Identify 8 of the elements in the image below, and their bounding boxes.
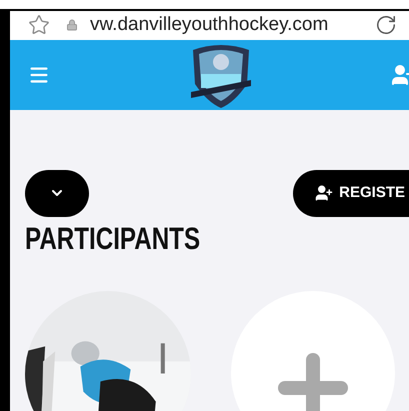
dropdown-button[interactable] bbox=[25, 170, 89, 216]
star-icon[interactable] bbox=[28, 14, 50, 36]
add-user-icon bbox=[315, 184, 334, 202]
reload-icon[interactable] bbox=[375, 14, 397, 36]
register-button[interactable]: REGISTE bbox=[293, 170, 409, 216]
section-title: PARTICIPANTS bbox=[25, 220, 200, 256]
lock-icon bbox=[66, 19, 78, 32]
add-user-icon[interactable] bbox=[391, 62, 409, 86]
